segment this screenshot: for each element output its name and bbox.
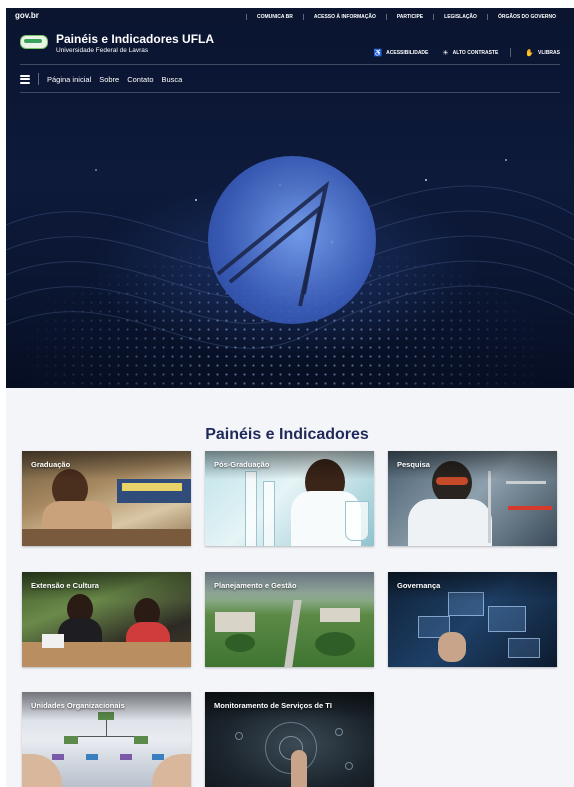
- contrast-icon: ☀: [442, 49, 449, 57]
- vlibras-icon: ✋: [525, 49, 535, 57]
- main-nav: Página inicial Sobre Contato Busca: [20, 73, 190, 85]
- ufla-logo: [20, 35, 48, 49]
- accessibility-links: ♿ ACESSIBILIDADE ☀ ALTO CONTRASTE ✋ VLIB…: [359, 48, 560, 57]
- divider: [20, 64, 560, 65]
- card-label: Planejamento e Gestão: [214, 581, 297, 590]
- site-subtitle: Universidade Federal de Lavras: [56, 47, 149, 54]
- section-title: Painéis e Indicadores: [205, 426, 369, 443]
- card-label: Pesquisa: [397, 460, 430, 469]
- nav-contact[interactable]: Contato: [127, 75, 153, 84]
- card-extensao-cultura[interactable]: Extensão e Cultura: [22, 572, 191, 667]
- gov-links: COMUNICA BR ACESSO À INFORMAÇÃO PARTICIP…: [245, 8, 566, 26]
- card-label: Pós-Graduação: [214, 460, 270, 469]
- accessibility-icon: ♿: [373, 49, 383, 57]
- card-pos-graduacao[interactable]: Pós-Graduação: [205, 451, 374, 546]
- card-unidades-organizacionais[interactable]: Unidades Organizacionais: [22, 692, 191, 787]
- gov-link-comunica[interactable]: COMUNICA BR: [245, 14, 303, 20]
- card-label: Governança: [397, 581, 441, 590]
- accessibility-label: ACESSIBILIDADE: [386, 49, 429, 56]
- card-graduacao[interactable]: Graduação: [22, 451, 191, 546]
- hero-header: gov.br COMUNICA BR ACESSO À INFORMAÇÃO P…: [6, 8, 574, 388]
- gov-link-orgaos[interactable]: ÓRGÃOS DO GOVERNO: [486, 14, 566, 20]
- divider: [38, 73, 39, 85]
- nav-about[interactable]: Sobre: [99, 75, 119, 84]
- gov-link-participe[interactable]: PARTICIPE: [385, 14, 433, 20]
- card-planejamento-gestao[interactable]: Planejamento e Gestão: [205, 572, 374, 667]
- site-brand[interactable]: Painéis e Indicadores UFLA Universidade …: [20, 33, 214, 55]
- nav-search[interactable]: Busca: [162, 75, 183, 84]
- govbr-logo[interactable]: gov.br: [15, 11, 39, 20]
- card-monitoramento-ti[interactable]: Monitoramento de Serviços de TI: [205, 692, 374, 787]
- card-label: Monitoramento de Serviços de TI: [214, 701, 332, 710]
- gov-link-legislacao[interactable]: LEGISLAÇÃO: [433, 14, 487, 20]
- gov-link-acesso-informacao[interactable]: ACESSO À INFORMAÇÃO: [302, 14, 386, 20]
- gov-bar: gov.br COMUNICA BR ACESSO À INFORMAÇÃO P…: [6, 8, 574, 26]
- site-title: Painéis e Indicadores UFLA: [56, 32, 215, 46]
- brand-text: Painéis e Indicadores UFLA Universidade …: [56, 33, 214, 55]
- hero-logo-circle: [208, 156, 376, 324]
- card-label: Unidades Organizacionais: [31, 701, 125, 710]
- nav-home[interactable]: Página inicial: [47, 75, 91, 84]
- card-label: Extensão e Cultura: [31, 581, 99, 590]
- menu-icon[interactable]: [20, 74, 30, 84]
- high-contrast-button[interactable]: ☀ ALTO CONTRASTE: [442, 49, 498, 57]
- accessibility-button[interactable]: ♿ ACESSIBILIDADE: [373, 49, 428, 57]
- vlibras-label: VLIBRAS: [538, 49, 560, 56]
- divider: [510, 48, 512, 57]
- ufla-mark-icon: [216, 180, 330, 307]
- high-contrast-label: ALTO CONTRASTE: [452, 49, 499, 56]
- card-label: Graduação: [31, 460, 71, 469]
- card-governanca[interactable]: Governança: [388, 572, 557, 667]
- card-pesquisa[interactable]: Pesquisa: [388, 451, 557, 546]
- vlibras-button[interactable]: ✋ VLIBRAS: [525, 49, 560, 57]
- divider: [20, 92, 560, 93]
